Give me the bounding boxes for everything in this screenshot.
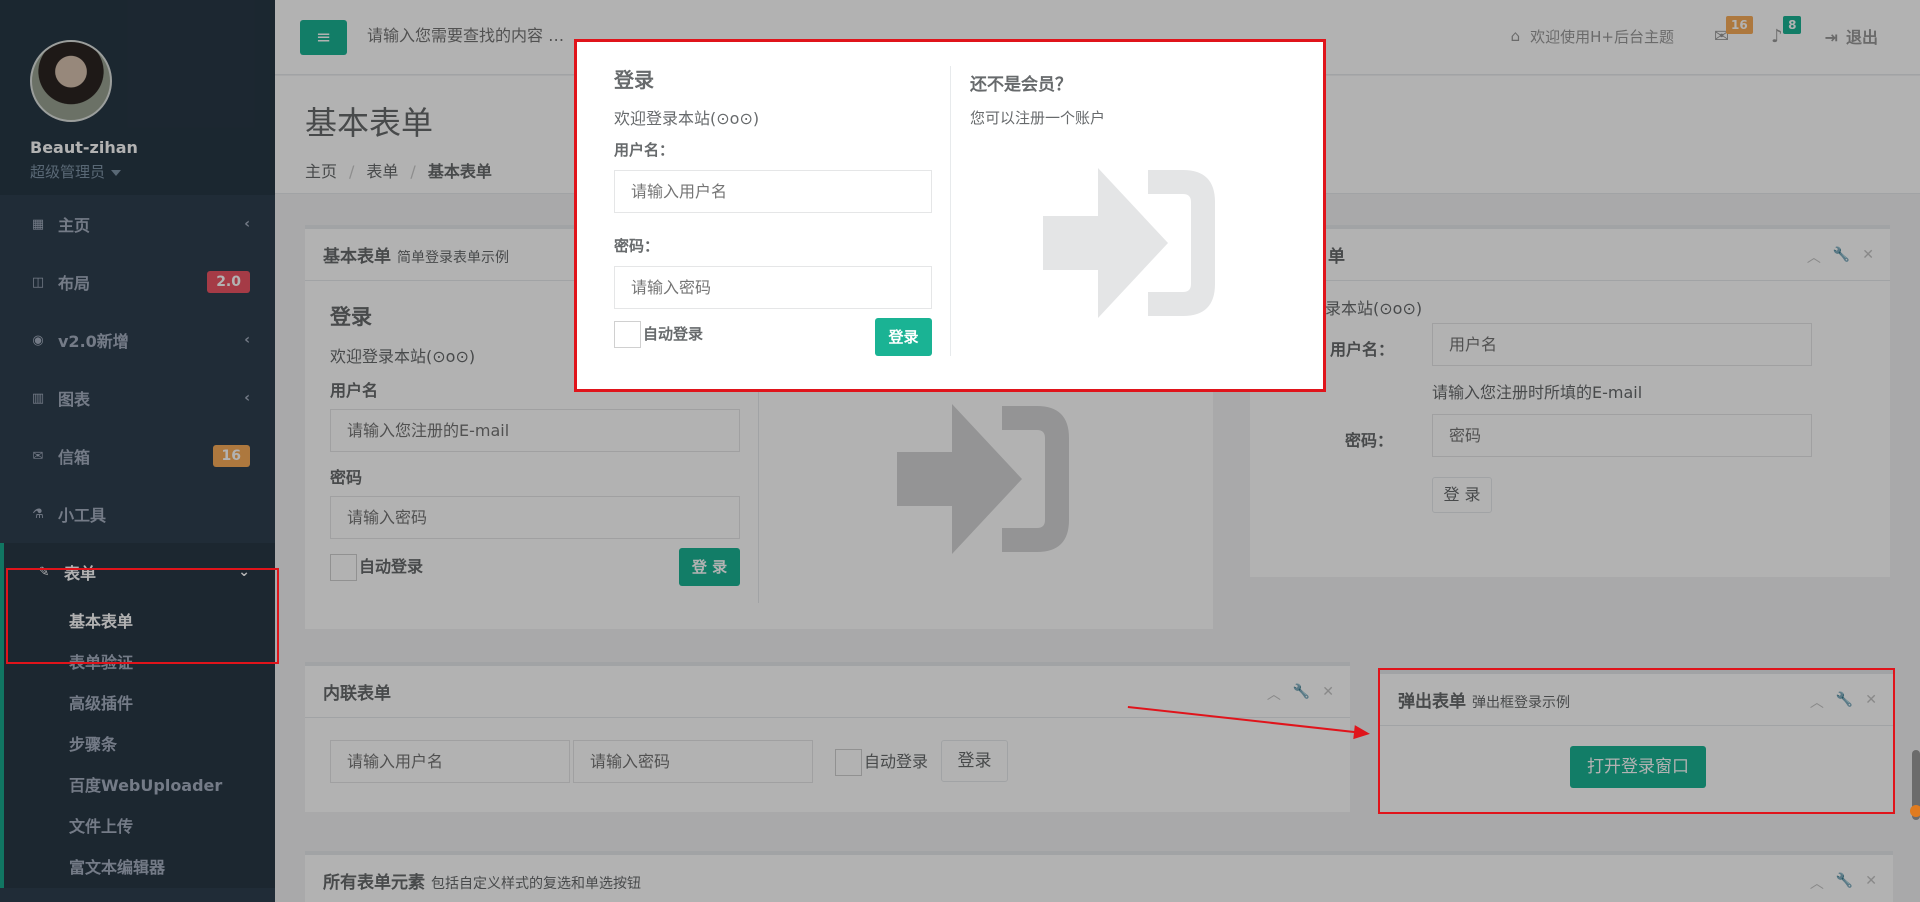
modal-username-field[interactable] bbox=[614, 170, 932, 213]
modal-heading: 登录 bbox=[614, 68, 654, 92]
register-text: 您可以注册一个账户 bbox=[970, 109, 1106, 127]
annotation-arrow-head bbox=[1353, 725, 1371, 741]
divider bbox=[950, 66, 951, 356]
modal-register-section: 还不是会员？ 您可以注册一个账户 bbox=[970, 70, 1215, 318]
modal-welcome: 欢迎登录本站(⊙o⊙) bbox=[614, 109, 760, 128]
highlight-box-sidebar bbox=[6, 568, 279, 664]
modal-login-form: 登录 欢迎登录本站(⊙o⊙) 用户名： 密码： 自动登录 登录 bbox=[614, 64, 934, 361]
remember-label: 自动登录 bbox=[643, 325, 704, 343]
password-label: 密码： bbox=[614, 237, 660, 255]
username-label: 用户名： bbox=[614, 141, 675, 159]
remember-checkbox[interactable] bbox=[614, 321, 641, 348]
register-heading: 还不是会员？ bbox=[970, 75, 1072, 95]
sign-in-icon bbox=[1043, 168, 1215, 318]
modal-login-button[interactable]: 登录 bbox=[875, 318, 932, 356]
login-modal: 登录 欢迎登录本站(⊙o⊙) 用户名： 密码： 自动登录 登录 还不是会员？ 您… bbox=[574, 39, 1326, 392]
modal-password-field[interactable] bbox=[614, 266, 932, 309]
highlight-box-popup bbox=[1378, 668, 1895, 814]
scroll-indicator bbox=[1910, 805, 1920, 817]
